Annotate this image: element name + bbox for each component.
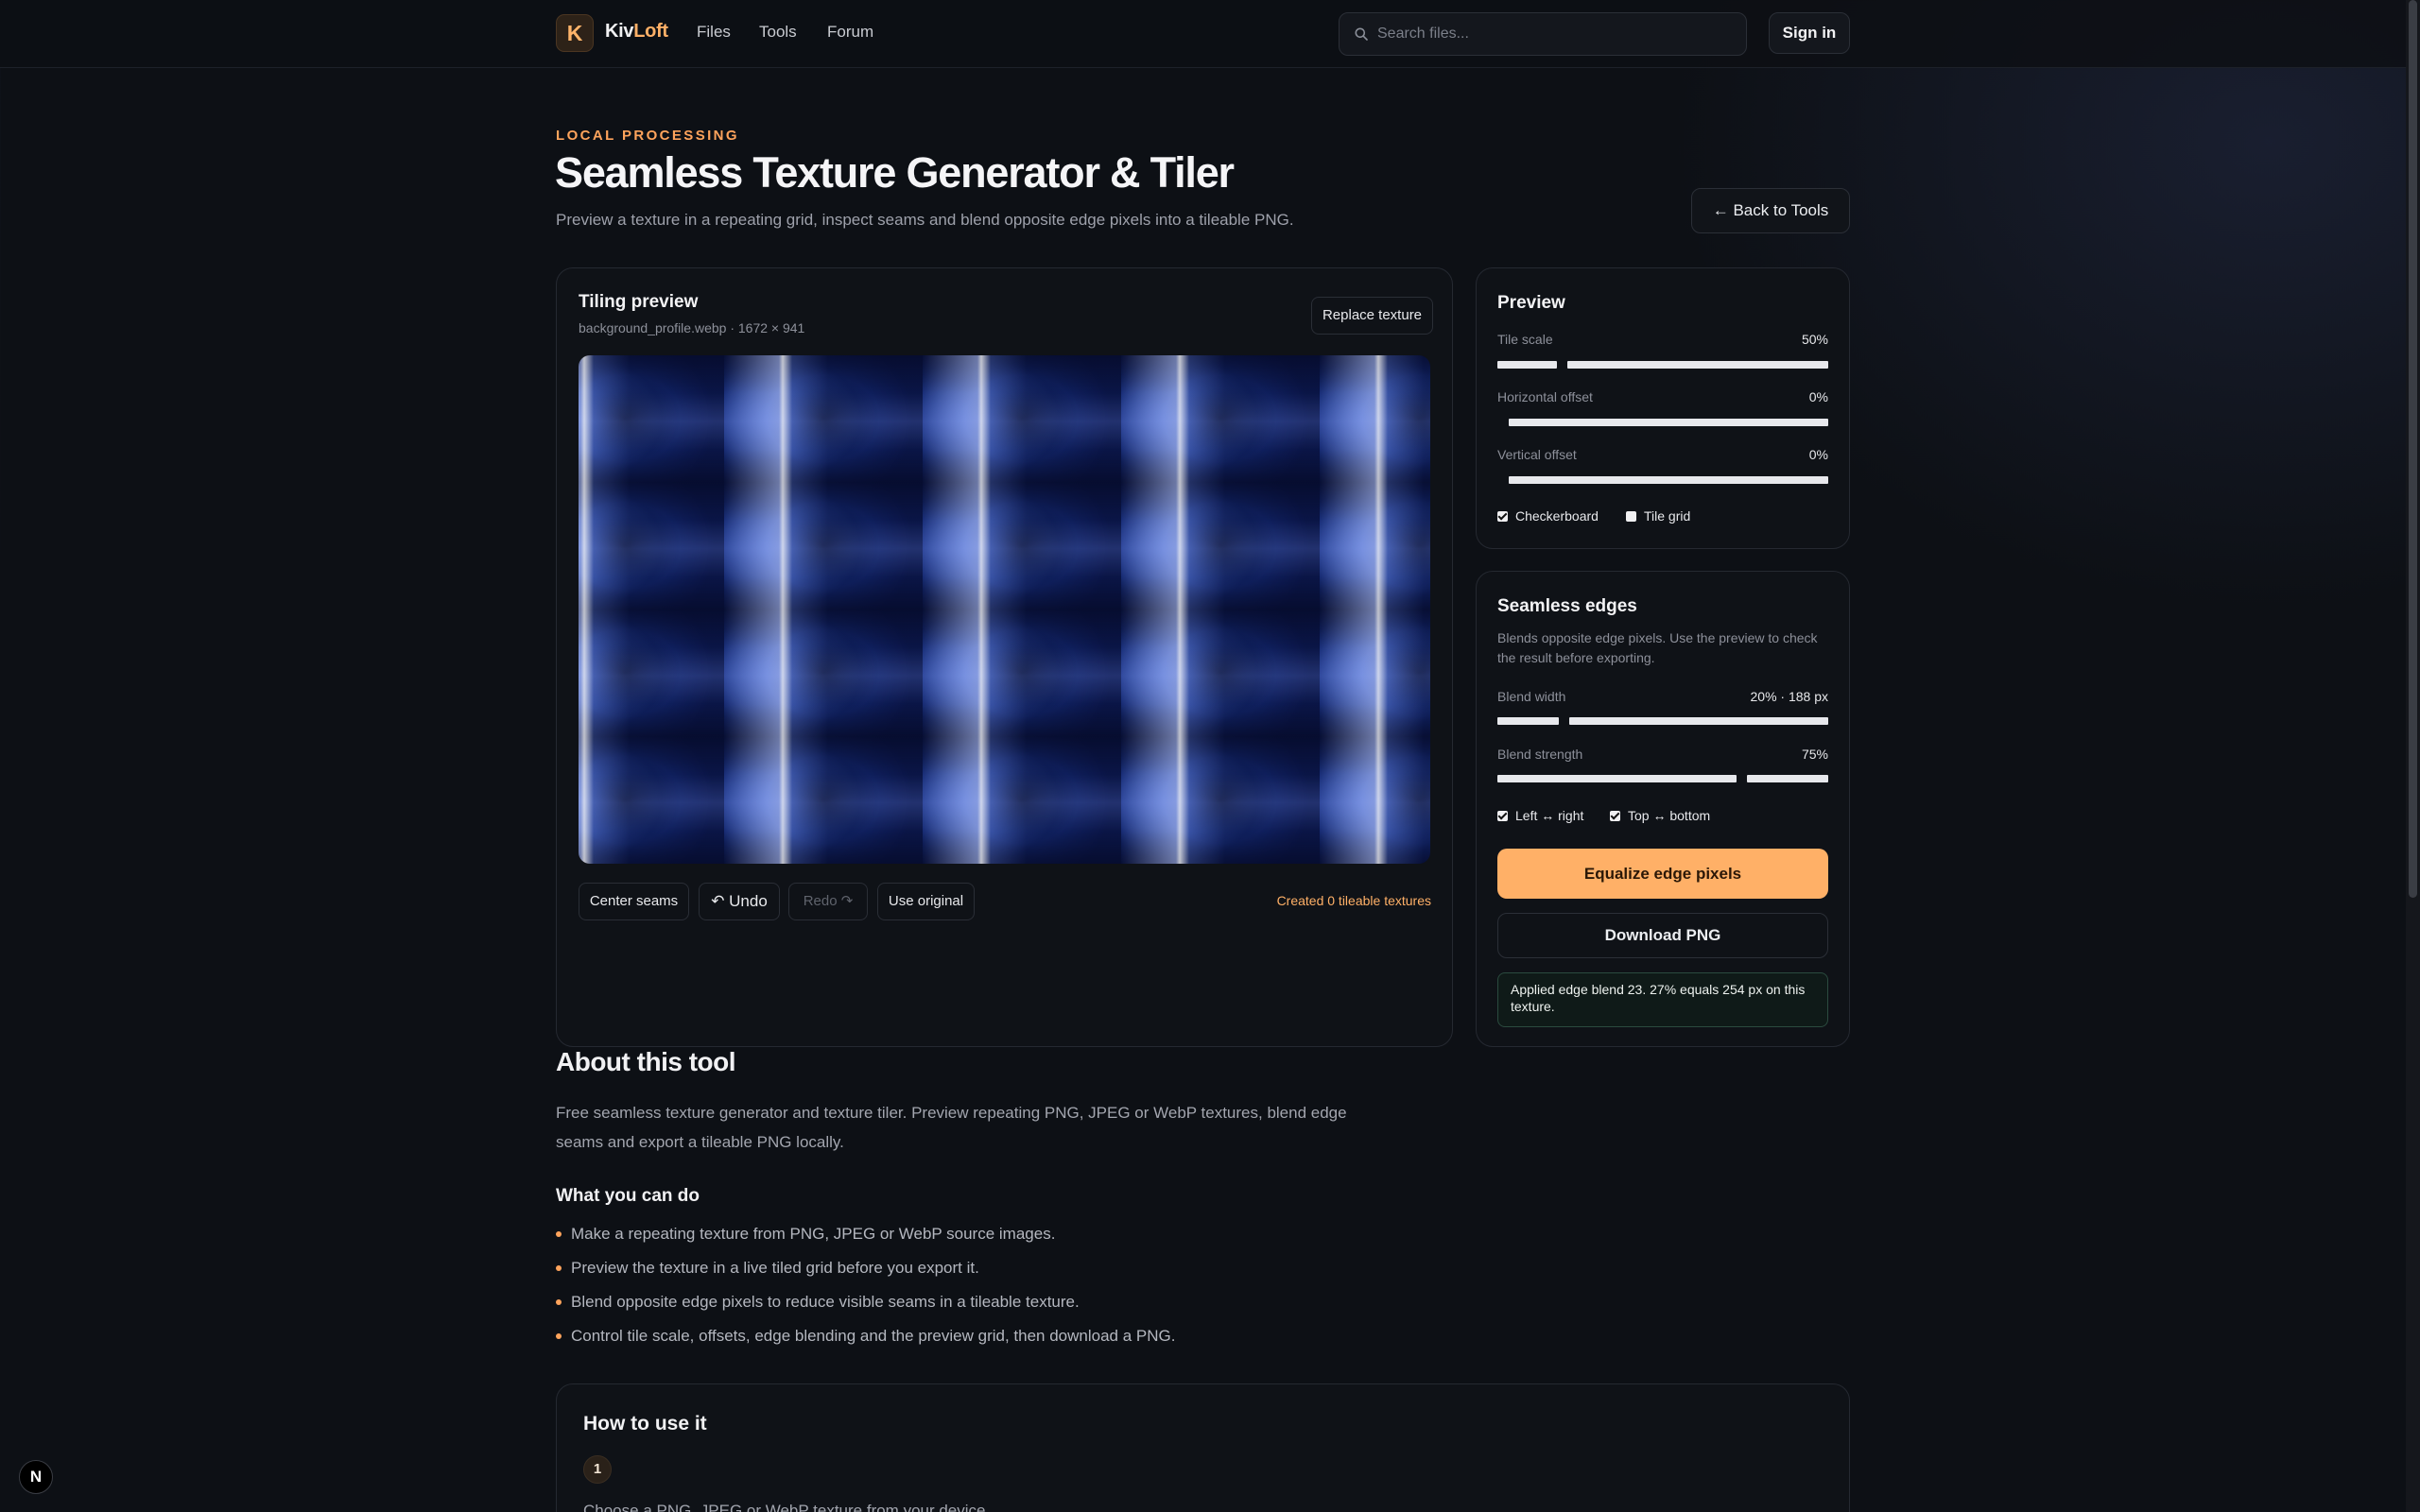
blend-width-slider[interactable] bbox=[1497, 717, 1828, 725]
redo-button[interactable]: Redo ↷ bbox=[788, 883, 868, 920]
seamless-edges-title: Seamless edges bbox=[1497, 596, 1637, 616]
how-to-use-card: How to use it 1 Choose a PNG, JPEG or We… bbox=[556, 1383, 1850, 1512]
seamless-edges-card: Seamless edges Blends opposite edge pixe… bbox=[1476, 571, 1850, 1047]
checkbox-unchecked-icon bbox=[1626, 511, 1636, 522]
slider-track-rest bbox=[1509, 419, 1828, 426]
list-item: Make a repeating texture from PNG, JPEG … bbox=[556, 1222, 1175, 1256]
preview-title: Preview bbox=[1497, 293, 1565, 313]
tile-scale-label: Tile scale bbox=[1497, 332, 1553, 347]
how-to-use-title: How to use it bbox=[583, 1413, 707, 1435]
about-title: About this tool bbox=[556, 1047, 736, 1076]
what-you-can-do-title: What you can do bbox=[556, 1186, 700, 1206]
vertical-offset-slider[interactable] bbox=[1497, 476, 1828, 484]
tile-scale-slider[interactable] bbox=[1497, 361, 1828, 369]
list-item-text: Preview the texture in a live tiled grid… bbox=[571, 1259, 979, 1277]
list-item: Blend opposite edge pixels to reduce vis… bbox=[556, 1290, 1175, 1324]
horizontal-offset-label: Horizontal offset bbox=[1497, 389, 1593, 404]
list-item-text: Control tile scale, offsets, edge blendi… bbox=[571, 1327, 1176, 1345]
search-icon bbox=[1355, 27, 1368, 41]
blend-strength-label: Blend strength bbox=[1497, 747, 1583, 762]
page-subtitle: Preview a texture in a repeating grid, i… bbox=[556, 211, 1294, 229]
vertical-offset-label: Vertical offset bbox=[1497, 447, 1577, 462]
left-right-checkbox[interactable]: Left ↔ right bbox=[1497, 808, 1583, 823]
bullet-icon bbox=[556, 1333, 562, 1339]
file-info: background_profile.webp · 1672 × 941 bbox=[579, 320, 805, 335]
left-right-label: Left ↔ right bbox=[1515, 808, 1584, 823]
tiling-preview-title: Tiling preview bbox=[579, 292, 699, 312]
tile-grid-checkbox[interactable]: Tile grid bbox=[1626, 508, 1690, 524]
list-item: Preview the texture in a live tiled grid… bbox=[556, 1256, 1175, 1290]
slider-track-rest bbox=[1569, 717, 1828, 725]
use-original-button[interactable]: Use original bbox=[877, 883, 975, 920]
preview-settings-card: Preview Tile scale 50% Horizontal offset… bbox=[1476, 267, 1850, 549]
dev-tools-icon[interactable]: N bbox=[19, 1460, 53, 1494]
about-text: Free seamless texture generator and text… bbox=[556, 1104, 1347, 1151]
blend-width-row: Blend width 20% · 188 px bbox=[1497, 689, 1828, 704]
checkbox-checked-icon bbox=[1610, 811, 1620, 821]
scrollbar-thumb[interactable] bbox=[2409, 0, 2417, 898]
vertical-offset-value: 0% bbox=[1808, 447, 1828, 462]
center-seams-button[interactable]: Center seams bbox=[579, 883, 689, 920]
tile-scale-value: 50% bbox=[1801, 332, 1828, 347]
bullet-icon bbox=[556, 1265, 562, 1271]
slider-track-rest bbox=[1509, 476, 1828, 484]
step-number-badge: 1 bbox=[583, 1455, 612, 1484]
brand-prefix: Kiv bbox=[605, 21, 634, 42]
bullet-icon bbox=[556, 1231, 562, 1237]
nav-files[interactable]: Files bbox=[697, 23, 731, 42]
blend-strength-slider[interactable] bbox=[1497, 775, 1828, 782]
page-title: Seamless Texture Generator & Tiler bbox=[555, 148, 1235, 197]
slider-track-filled bbox=[1497, 775, 1737, 782]
sign-in-button[interactable]: Sign in bbox=[1769, 12, 1850, 54]
slider-track-filled bbox=[1497, 361, 1557, 369]
slider-track-filled bbox=[1497, 717, 1559, 725]
step-text: Choose a PNG, JPEG or WebP texture from … bbox=[583, 1502, 991, 1512]
blend-width-value: 20% · 188 px bbox=[1750, 689, 1829, 704]
tile-grid-label: Tile grid bbox=[1644, 508, 1691, 524]
checkbox-checked-icon bbox=[1497, 811, 1508, 821]
horizontal-offset-value: 0% bbox=[1808, 389, 1828, 404]
blend-strength-value: 75% bbox=[1801, 747, 1828, 762]
horizontal-offset-slider[interactable] bbox=[1497, 419, 1828, 426]
undo-button[interactable]: ↶ Undo bbox=[699, 883, 780, 920]
eyebrow-label: LOCAL PROCESSING bbox=[556, 128, 739, 144]
top-bottom-label: Top ↔ bottom bbox=[1628, 808, 1711, 823]
blend-strength-row: Blend strength 75% bbox=[1497, 747, 1828, 762]
vertical-offset-row: Vertical offset 0% bbox=[1497, 447, 1828, 462]
checkerboard-label: Checkerboard bbox=[1515, 508, 1599, 524]
brand-suffix: Loft bbox=[633, 21, 668, 42]
brand-name[interactable]: KivLoft bbox=[605, 21, 668, 43]
equalize-edge-pixels-button[interactable]: Equalize edge pixels bbox=[1497, 849, 1828, 899]
nav-tools[interactable]: Tools bbox=[759, 23, 797, 42]
nav-forum[interactable]: Forum bbox=[827, 23, 873, 42]
seamless-edges-description: Blends opposite edge pixels. Use the pre… bbox=[1497, 630, 1818, 665]
back-to-tools-button[interactable]: ← Back to Tools bbox=[1691, 188, 1850, 233]
bullet-icon bbox=[556, 1299, 562, 1305]
slider-track-rest bbox=[1567, 361, 1828, 369]
replace-texture-button[interactable]: Replace texture bbox=[1311, 297, 1433, 335]
top-bottom-checkbox[interactable]: Top ↔ bottom bbox=[1610, 808, 1710, 823]
tiling-preview-card: Tiling preview background_profile.webp ·… bbox=[556, 267, 1453, 1047]
status-text: Created 0 tileable textures bbox=[1276, 893, 1431, 908]
feature-list: Make a repeating texture from PNG, JPEG … bbox=[556, 1222, 1175, 1358]
list-item: Control tile scale, offsets, edge blendi… bbox=[556, 1324, 1175, 1358]
list-item-text: Blend opposite edge pixels to reduce vis… bbox=[571, 1293, 1080, 1311]
search-box[interactable] bbox=[1339, 12, 1747, 56]
checkerboard-checkbox[interactable]: Checkerboard bbox=[1497, 508, 1599, 524]
top-navigation-bar: K KivLoft Files Tools Forum Sign in bbox=[0, 0, 2406, 68]
slider-track-rest bbox=[1747, 775, 1828, 782]
tile-scale-row: Tile scale 50% bbox=[1497, 332, 1828, 347]
checkbox-checked-icon bbox=[1497, 511, 1508, 522]
blend-width-label: Blend width bbox=[1497, 689, 1566, 704]
tiled-texture-preview[interactable] bbox=[579, 355, 1430, 864]
search-input[interactable] bbox=[1377, 13, 1737, 55]
blend-notice: Applied edge blend 23. 27% equals 254 px… bbox=[1497, 972, 1828, 1027]
horizontal-offset-row: Horizontal offset 0% bbox=[1497, 389, 1828, 404]
download-png-button[interactable]: Download PNG bbox=[1497, 913, 1828, 958]
logo-icon[interactable]: K bbox=[556, 14, 594, 52]
list-item-text: Make a repeating texture from PNG, JPEG … bbox=[571, 1225, 1056, 1243]
